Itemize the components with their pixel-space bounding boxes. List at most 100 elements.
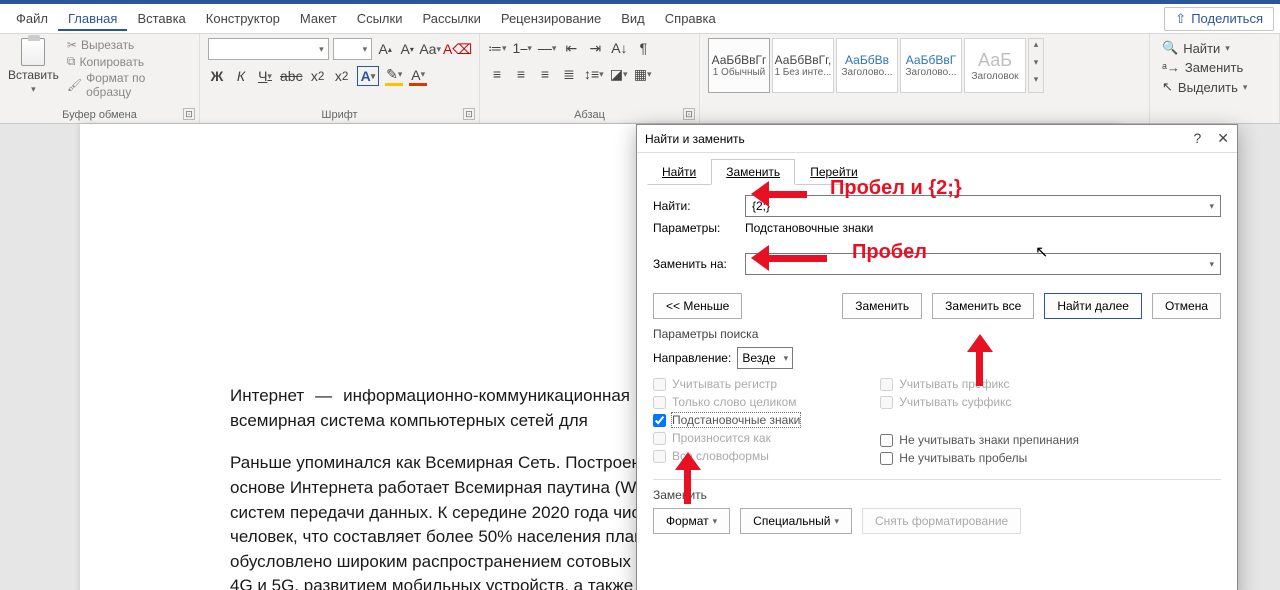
chevron-down-icon[interactable]: ▾	[1209, 201, 1214, 212]
bullets-icon[interactable]: ≔▾	[488, 38, 507, 58]
replace-all-button[interactable]: Заменить все	[932, 293, 1034, 319]
close-button[interactable]: ✕	[1217, 130, 1229, 147]
replace-button[interactable]: ᵃ→Заменить	[1162, 60, 1267, 75]
direction-select[interactable]: Везде▾	[737, 347, 793, 369]
superscript-icon[interactable]: x2	[333, 66, 351, 86]
style-heading2[interactable]: АаБбВвГЗаголово...	[900, 38, 962, 93]
format-button[interactable]: Формат▾	[653, 508, 730, 534]
clipboard-launcher[interactable]: ⊡	[183, 108, 195, 120]
share-icon: ⇧	[1175, 11, 1186, 27]
indent-dec-icon[interactable]: ⇤	[562, 38, 580, 58]
tab-layout[interactable]: Макет	[290, 6, 347, 31]
select-button[interactable]: ↖Выделить▾	[1162, 79, 1267, 95]
help-button[interactable]: ?	[1193, 130, 1201, 147]
ignore-space-checkbox[interactable]: Не учитывать пробелы	[880, 451, 1079, 465]
change-case-icon[interactable]: Aa▾	[420, 39, 440, 59]
params-value: Подстановочные знаки	[745, 221, 873, 235]
italic-icon[interactable]: К	[232, 66, 250, 86]
whole-word-checkbox: Только слово целиком	[653, 395, 800, 409]
ribbon: Вставить ▾ ✂Вырезать ⧉Копировать 🖌Формат…	[0, 34, 1280, 124]
style-heading1[interactable]: АаБбВвЗаголово...	[836, 38, 898, 93]
styles-up-icon[interactable]: ▴	[1029, 39, 1043, 57]
brush-icon: 🖌	[67, 78, 82, 92]
chevron-down-icon[interactable]: ▾	[1209, 259, 1214, 270]
font-color-icon[interactable]: A▾	[409, 66, 427, 86]
tab-find[interactable]: Найти	[647, 159, 711, 185]
find-label: Найти:	[653, 199, 739, 213]
shrink-font-icon[interactable]: A▾	[398, 39, 416, 59]
tab-references[interactable]: Ссылки	[347, 6, 413, 31]
suffix-checkbox: Учитывать суффикс	[880, 395, 1079, 409]
line-spacing-icon[interactable]: ↕≡▾	[584, 64, 604, 84]
tab-goto[interactable]: Перейти	[795, 159, 873, 185]
special-button[interactable]: Специальный▾	[740, 508, 852, 534]
find-button[interactable]: 🔍Найти▾	[1162, 40, 1267, 56]
paste-button[interactable]: Вставить ▾	[8, 38, 59, 99]
share-button[interactable]: ⇧ Поделиться	[1164, 7, 1274, 31]
tab-mailings[interactable]: Рассылки	[412, 6, 490, 31]
tab-insert[interactable]: Вставка	[127, 6, 195, 31]
replace-input[interactable]: ▾	[745, 253, 1221, 275]
underline-icon[interactable]: Ч▾	[256, 66, 274, 86]
chevron-down-icon: ▾	[31, 84, 36, 95]
grow-font-icon[interactable]: A▴	[376, 39, 394, 59]
group-font-label: Шрифт	[208, 107, 471, 121]
sounds-like-checkbox: Произносится как	[653, 431, 800, 445]
style-title[interactable]: АаБЗаголовок	[964, 38, 1026, 93]
tab-help[interactable]: Справка	[655, 6, 726, 31]
cut-button[interactable]: ✂Вырезать	[67, 38, 191, 52]
group-paragraph-label: Абзац	[488, 107, 691, 121]
sort-icon[interactable]: A↓	[610, 38, 628, 58]
style-normal[interactable]: АаБбВвГг1 Обычный	[708, 38, 770, 93]
find-input[interactable]: {2;}▾	[745, 195, 1221, 217]
wildcards-checkbox[interactable]: Подстановочные знаки	[653, 413, 800, 427]
text-effects-icon[interactable]: A▾	[357, 66, 380, 86]
indent-inc-icon[interactable]: ⇥	[586, 38, 604, 58]
font-launcher[interactable]: ⊡	[463, 108, 475, 120]
paragraph-1[interactable]: Интернет — информационно-коммуникационна…	[230, 384, 630, 433]
tab-design[interactable]: Конструктор	[196, 6, 290, 31]
highlight-icon[interactable]: ✎▾	[385, 66, 403, 86]
format-painter-button[interactable]: 🖌Формат по образцу	[67, 71, 191, 99]
share-label: Поделиться	[1191, 11, 1263, 26]
strike-icon[interactable]: abc	[280, 66, 303, 86]
styles-gallery[interactable]: АаБбВвГг1 Обычный АаБбВвГг,1 Без инте...…	[708, 38, 1141, 93]
tab-replace[interactable]: Заменить	[711, 159, 795, 185]
styles-down-icon[interactable]: ▾	[1029, 57, 1043, 75]
replace-with-label: Заменить на:	[653, 257, 739, 271]
align-justify-icon[interactable]: ≣	[560, 64, 578, 84]
copy-icon: ⧉	[67, 54, 76, 69]
tab-view[interactable]: Вид	[611, 6, 655, 31]
paragraph-launcher[interactable]: ⊡	[683, 108, 695, 120]
style-nospacing[interactable]: АаБбВвГг,1 Без инте...	[772, 38, 834, 93]
clear-format-icon[interactable]: A⌫	[444, 39, 471, 59]
dialog-tabs: Найти Заменить Перейти	[637, 153, 1237, 185]
multilevel-icon[interactable]: ⎯⎯▾	[538, 38, 557, 58]
dialog-title: Найти и заменить	[645, 132, 745, 146]
document-area: Интернет — информационно-коммуникационна…	[0, 124, 1280, 590]
styles-more-icon[interactable]: ▾	[1029, 74, 1043, 92]
bold-icon[interactable]: Ж	[208, 66, 226, 86]
numbering-icon[interactable]: 1⎯▾	[513, 38, 532, 58]
font-size-combo[interactable]: ▾	[333, 38, 373, 60]
pilcrow-icon[interactable]: ¶	[634, 38, 652, 58]
less-button[interactable]: << Меньше	[653, 293, 742, 319]
replace-one-button[interactable]: Заменить	[842, 293, 922, 319]
font-name-combo[interactable]: ▾	[208, 38, 329, 60]
align-left-icon[interactable]: ≡	[488, 64, 506, 84]
tab-review[interactable]: Рецензирование	[491, 6, 611, 31]
cancel-button[interactable]: Отмена	[1152, 293, 1221, 319]
scissors-icon: ✂	[67, 38, 77, 52]
find-next-button[interactable]: Найти далее	[1044, 293, 1142, 319]
subscript-icon[interactable]: x2	[309, 66, 327, 86]
tab-home[interactable]: Главная	[58, 6, 127, 31]
align-right-icon[interactable]: ≡	[536, 64, 554, 84]
shading-icon[interactable]: ◪▾	[610, 64, 628, 84]
borders-icon[interactable]: ▦▾	[634, 64, 652, 84]
tab-file[interactable]: Файл	[6, 6, 58, 31]
align-center-icon[interactable]: ≡	[512, 64, 530, 84]
ignore-punct-checkbox[interactable]: Не учитывать знаки препинания	[880, 433, 1079, 447]
copy-button[interactable]: ⧉Копировать	[67, 54, 191, 69]
prefix-checkbox: Учитывать префикс	[880, 377, 1079, 391]
cursor-icon: ↖	[1162, 79, 1173, 95]
